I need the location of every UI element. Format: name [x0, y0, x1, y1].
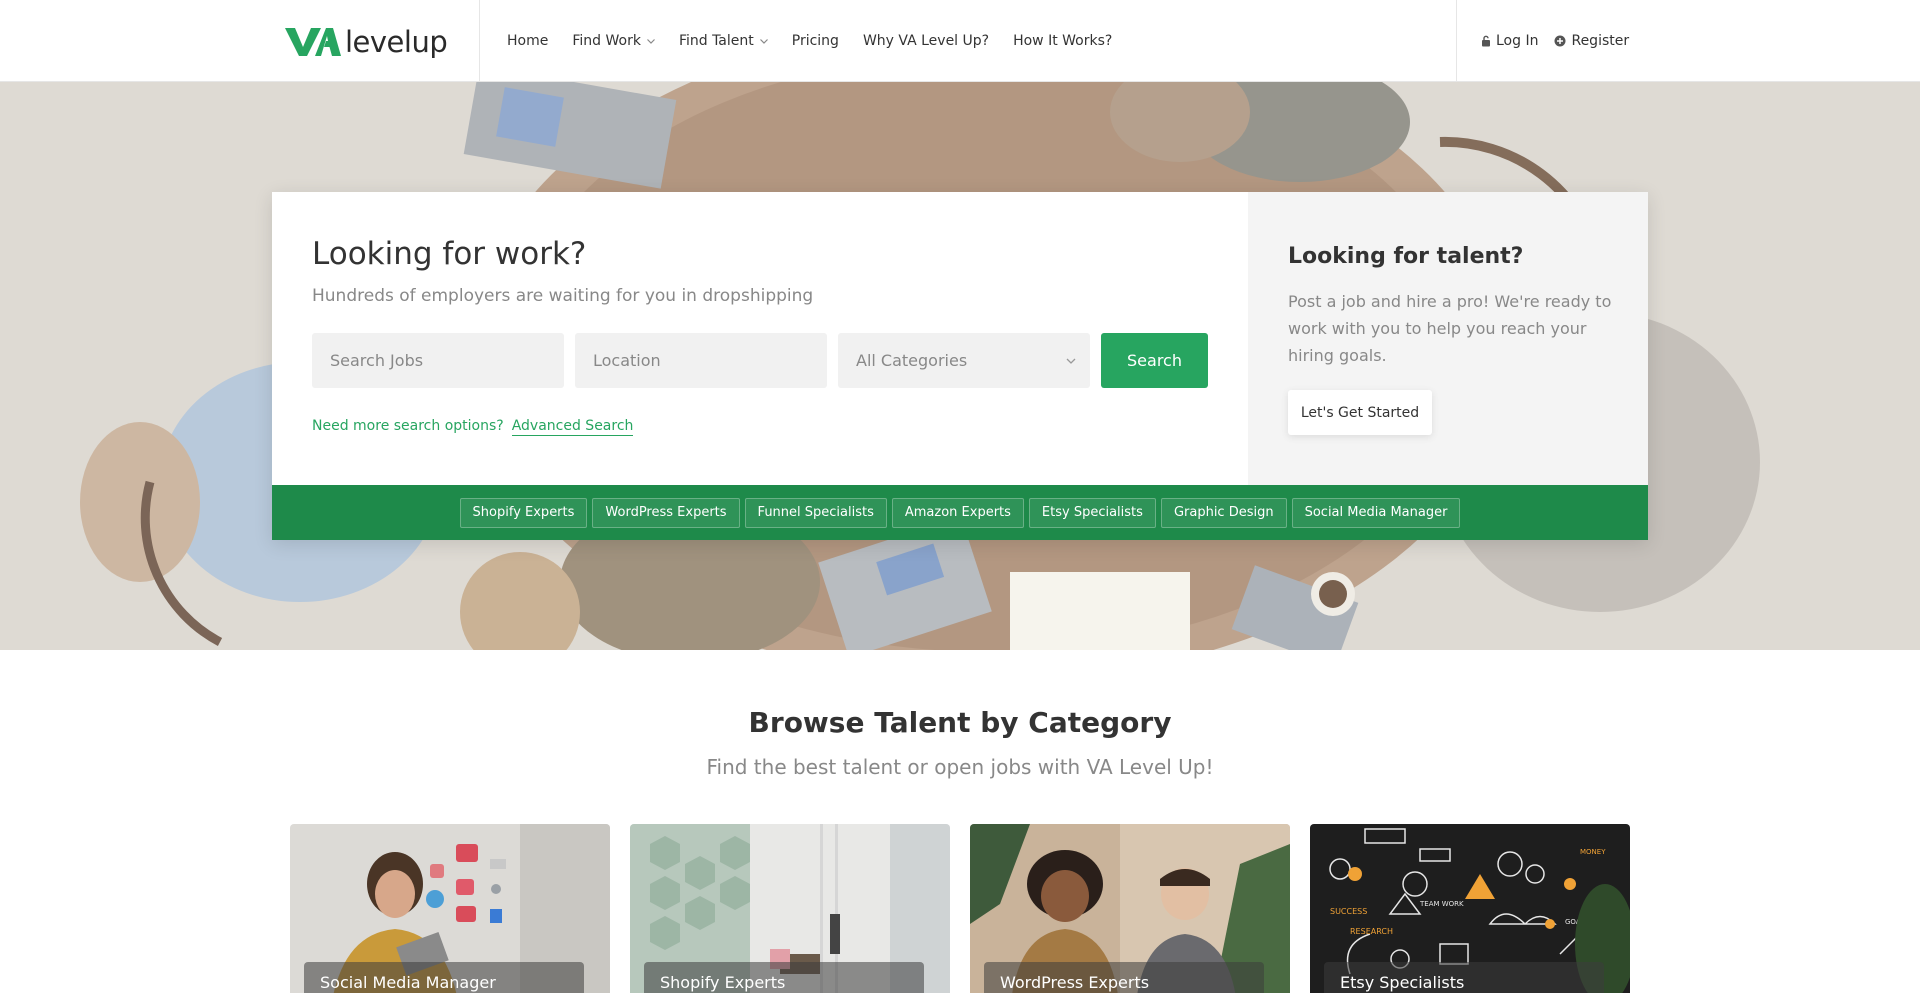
svg-text:TEAM WORK: TEAM WORK	[1419, 900, 1464, 908]
search-jobs-input[interactable]: Search Jobs	[312, 333, 564, 388]
search-jobs-placeholder: Search Jobs	[330, 351, 424, 370]
tag-etsy-specialists[interactable]: Etsy Specialists	[1028, 497, 1156, 528]
svg-text:MONEY: MONEY	[1580, 848, 1606, 856]
plus-circle-icon	[1554, 35, 1566, 47]
header-divider	[479, 0, 480, 82]
tag-funnel-specialists[interactable]: Funnel Specialists	[744, 497, 887, 528]
tag-graphic-design[interactable]: Graphic Design	[1160, 497, 1287, 528]
category-select[interactable]: All Categories	[838, 333, 1090, 388]
chevron-down-icon	[647, 38, 655, 44]
looking-for-talent-description: Post a job and hire a pro! We're ready t…	[1288, 292, 1612, 365]
nav-find-work-label: Find Work	[572, 33, 641, 49]
nav-pricing[interactable]: Pricing	[792, 33, 839, 49]
header-divider	[1456, 0, 1457, 82]
brand-name: levelup	[345, 25, 448, 59]
login-label: Log In	[1496, 33, 1539, 49]
category-selected-value: All Categories	[856, 351, 968, 370]
svg-text:SUCCESS: SUCCESS	[1330, 907, 1367, 916]
browse-section-subtitle: Find the best talent or open jobs with V…	[706, 755, 1214, 779]
nav-pricing-label: Pricing	[791, 33, 839, 49]
tag-social-media-manager[interactable]: Social Media Manager	[1291, 497, 1461, 528]
popular-tags-bar: Shopify Experts WordPress Experts Funnel…	[272, 485, 1648, 540]
nav-find-talent-label: Find Talent	[678, 33, 754, 49]
svg-text:RESEARCH: RESEARCH	[1350, 927, 1393, 936]
category-card-shopify-experts[interactable]: Shopify Experts	[630, 824, 950, 993]
nav-home[interactable]: Home	[507, 33, 548, 49]
looking-for-work-subtitle: Hundreds of employers are waiting for yo…	[312, 286, 814, 306]
looking-for-talent-title: Looking for talent?	[1288, 244, 1524, 269]
looking-for-work-panel: Looking for work? Hundreds of employers …	[272, 192, 1248, 485]
location-placeholder: Location	[593, 351, 661, 370]
tag-shopify-experts[interactable]: Shopify Experts	[459, 497, 588, 528]
looking-for-talent-panel: Looking for talent? Post a job and hire …	[1248, 192, 1648, 485]
nav-find-talent[interactable]: Find Talent	[679, 33, 768, 49]
more-options-text: Need more search options?	[312, 418, 504, 434]
advanced-search-link[interactable]: Advanced Search	[511, 418, 634, 436]
nav-why-label: Why VA Level Up?	[862, 33, 990, 49]
nav-how-label: How It Works?	[1013, 33, 1113, 49]
auth-links: Log In Register	[1481, 0, 1629, 82]
nav-how-it-works[interactable]: How It Works?	[1013, 33, 1112, 49]
more-search-options: Need more search options? Advanced Searc…	[312, 418, 634, 436]
category-card-social-media-manager[interactable]: Social Media Manager	[290, 824, 610, 993]
category-label: WordPress Experts	[984, 962, 1264, 993]
tag-amazon-experts[interactable]: Amazon Experts	[891, 497, 1024, 528]
get-started-button[interactable]: Let's Get Started	[1288, 390, 1432, 435]
chevron-down-icon	[1066, 358, 1076, 364]
search-button[interactable]: Search	[1101, 333, 1208, 388]
nav-find-work[interactable]: Find Work	[572, 33, 655, 49]
category-label: Social Media Manager	[304, 962, 584, 993]
brand-logo[interactable]: levelup	[283, 22, 448, 62]
hero-search-card: Looking for work? Hundreds of employers …	[272, 192, 1648, 540]
main-nav: Home Find Work Find Talent Pricing Why V…	[507, 0, 1112, 82]
login-link[interactable]: Log In	[1481, 33, 1538, 49]
nav-home-label: Home	[507, 33, 549, 49]
category-label: Shopify Experts	[644, 962, 924, 993]
chevron-down-icon	[759, 38, 768, 44]
register-label: Register	[1571, 33, 1630, 49]
va-logo-mark-icon	[285, 28, 341, 56]
register-link[interactable]: Register	[1554, 33, 1629, 49]
nav-why-va-level-up[interactable]: Why VA Level Up?	[863, 33, 989, 49]
looking-for-work-title: Looking for work?	[312, 236, 587, 272]
category-card-wordpress-experts[interactable]: WordPress Experts	[970, 824, 1290, 993]
site-header: levelup Home Find Work Find Talent Prici…	[0, 0, 1920, 82]
hero-section: Looking for work? Hundreds of employers …	[0, 82, 1920, 650]
tag-wordpress-experts[interactable]: WordPress Experts	[592, 497, 740, 528]
location-input[interactable]: Location	[575, 333, 827, 388]
lock-icon	[1482, 35, 1490, 47]
category-card-etsy-specialists[interactable]: SUCCESS RESEARCH TEAM WORK MONEY GOAL Et…	[1310, 824, 1630, 993]
browse-section-title: Browse Talent by Category	[748, 706, 1172, 739]
category-label: Etsy Specialists	[1324, 962, 1604, 993]
